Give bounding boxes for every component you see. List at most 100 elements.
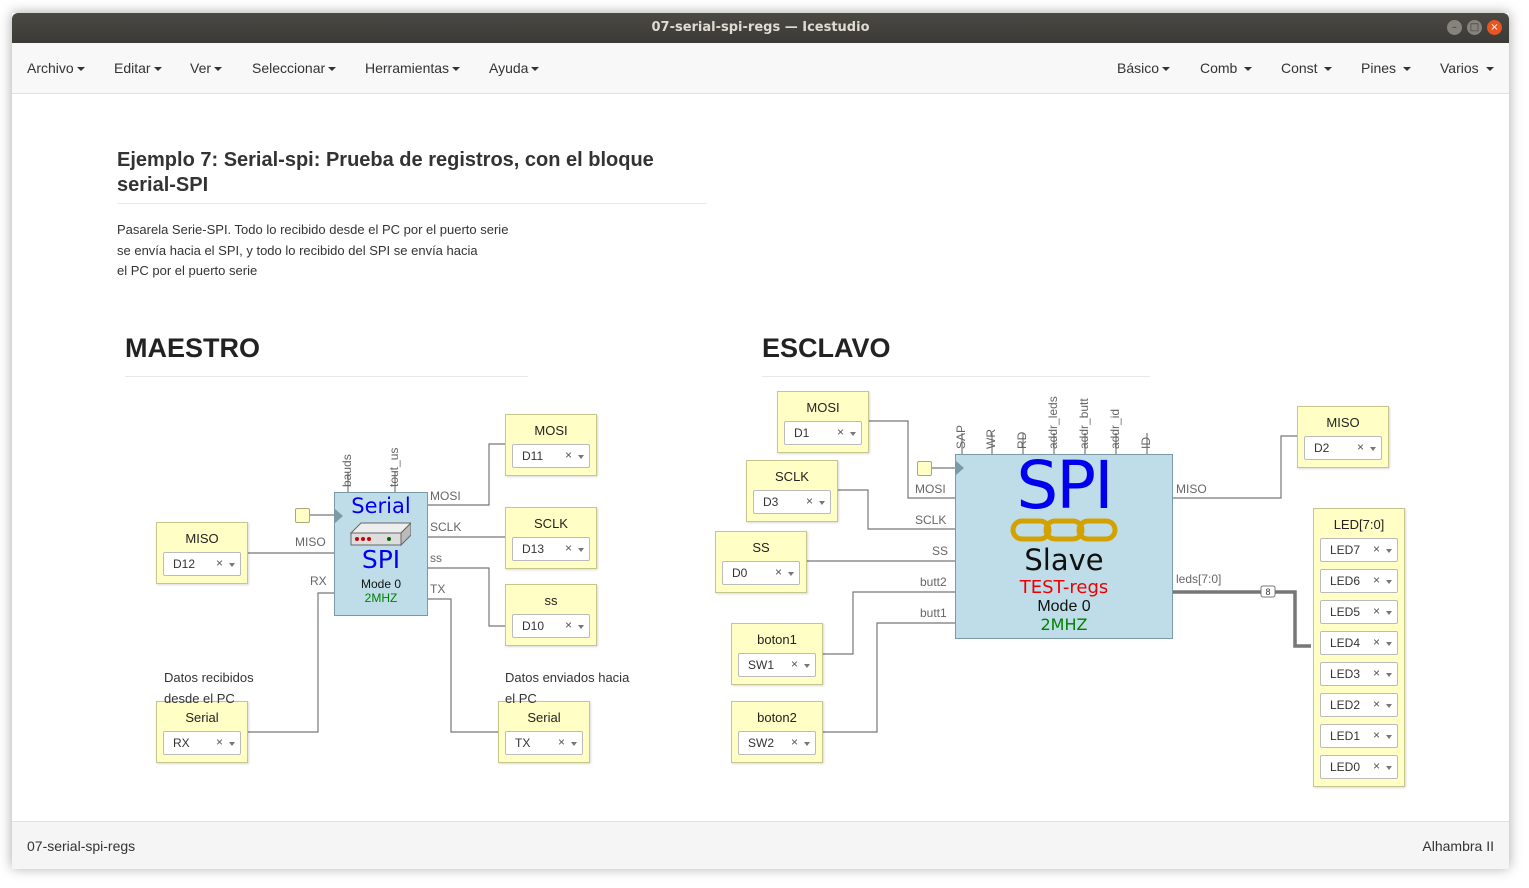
clear-icon[interactable]: × bbox=[1373, 728, 1380, 742]
caret-down-icon[interactable] bbox=[1370, 447, 1376, 451]
window-title: 07-serial-spi-regs — Icestudio bbox=[651, 20, 870, 35]
caret-down-icon[interactable] bbox=[229, 742, 235, 746]
clear-icon[interactable]: × bbox=[791, 735, 798, 749]
pin-select[interactable]: D0 × bbox=[722, 561, 800, 585]
led-select[interactable]: LED7 × bbox=[1320, 538, 1398, 562]
caret-down-icon[interactable] bbox=[578, 548, 584, 552]
clear-icon[interactable]: × bbox=[216, 735, 223, 749]
led-select[interactable]: LED3 × bbox=[1320, 662, 1398, 686]
port-rx: RX bbox=[310, 574, 327, 588]
pin-block-boton2[interactable]: boton2 SW2 × bbox=[731, 701, 823, 763]
menu-ver[interactable]: Ver bbox=[190, 60, 223, 76]
pin-block-boton1[interactable]: boton1 SW1 × bbox=[731, 623, 823, 685]
clear-icon[interactable]: × bbox=[565, 541, 572, 555]
pin-block-sclk-m[interactable]: SCLK D13 × bbox=[505, 507, 597, 569]
pin-block-ss-s[interactable]: SS D0 × bbox=[715, 531, 807, 593]
pin-block-serial-tx[interactable]: Serial TX × bbox=[498, 701, 590, 763]
clear-icon[interactable]: × bbox=[216, 556, 223, 570]
caret-down-icon[interactable] bbox=[1386, 611, 1392, 615]
pin-block-leds[interactable]: LED[7:0] LED7 × LED6 × LED5 × LED4 × LED3 × L… bbox=[1313, 508, 1405, 787]
caret-down-icon[interactable] bbox=[229, 563, 235, 567]
caret-down-icon[interactable] bbox=[578, 455, 584, 459]
pin-block-mosi-m[interactable]: MOSI D11 × bbox=[505, 414, 597, 476]
menu-archivo[interactable]: Archivo bbox=[27, 60, 85, 76]
clear-icon[interactable]: × bbox=[565, 618, 572, 632]
clear-icon[interactable]: × bbox=[565, 448, 572, 462]
led-select[interactable]: LED5 × bbox=[1320, 600, 1398, 624]
caret-down-icon[interactable] bbox=[1386, 766, 1392, 770]
pin-block-serial-rx[interactable]: Serial RX × bbox=[156, 701, 248, 763]
close-button[interactable]: × bbox=[1487, 20, 1502, 35]
pin-block-miso-m[interactable]: MISO D12 × bbox=[156, 522, 248, 584]
clock-constant[interactable] bbox=[917, 461, 932, 476]
maximize-button[interactable]: □ bbox=[1467, 20, 1482, 35]
clear-icon[interactable]: × bbox=[1373, 759, 1380, 773]
pin-block-mosi-s[interactable]: MOSI D1 × bbox=[777, 391, 869, 453]
led-select[interactable]: LED4 × bbox=[1320, 631, 1398, 655]
clear-icon[interactable]: × bbox=[1373, 604, 1380, 618]
wire-butt1[interactable] bbox=[822, 622, 955, 733]
pin-select[interactable]: D12 × bbox=[163, 552, 241, 576]
serial-spi-module[interactable]: Serial SPI Mode 0 2MHZ bbox=[334, 492, 428, 616]
caret-down-icon[interactable] bbox=[804, 742, 810, 746]
clear-icon[interactable]: × bbox=[1373, 573, 1380, 587]
clear-icon[interactable]: × bbox=[775, 565, 782, 579]
clear-icon[interactable]: × bbox=[1373, 697, 1380, 711]
pin-select[interactable]: SW2 × bbox=[738, 731, 816, 755]
menu-basico[interactable]: Básico bbox=[1117, 60, 1171, 76]
clear-icon[interactable]: × bbox=[837, 425, 844, 439]
menu-comb[interactable]: Comb bbox=[1200, 60, 1253, 76]
pin-block-sclk-s[interactable]: SCLK D3 × bbox=[746, 460, 838, 522]
pin-select[interactable]: SW1 × bbox=[738, 653, 816, 677]
menu-pines[interactable]: Pines bbox=[1361, 60, 1411, 76]
menu-herramientas[interactable]: Herramientas bbox=[365, 60, 461, 76]
caret-down-icon[interactable] bbox=[819, 501, 825, 505]
pin-block-miso-s[interactable]: MISO D2 × bbox=[1297, 406, 1389, 468]
wire-tx[interactable] bbox=[427, 598, 498, 733]
led-select[interactable]: LED2 × bbox=[1320, 693, 1398, 717]
pin-block-ss-m[interactable]: ss D10 × bbox=[505, 584, 597, 646]
clear-icon[interactable]: × bbox=[558, 735, 565, 749]
clear-icon[interactable]: × bbox=[1357, 440, 1364, 454]
caret-down-icon[interactable] bbox=[1386, 704, 1392, 708]
pin-select[interactable]: D1 × bbox=[784, 421, 862, 445]
pin-select[interactable]: D10 × bbox=[512, 614, 590, 638]
clear-icon[interactable]: × bbox=[806, 494, 813, 508]
design-canvas[interactable]: 8 Ejemplo 7: Serial-spi: Prueba de regis… bbox=[12, 94, 1509, 821]
caret-down-icon[interactable] bbox=[1386, 735, 1392, 739]
menu-seleccionar[interactable]: Seleccionar bbox=[252, 60, 337, 76]
pin-select[interactable]: D11 × bbox=[512, 444, 590, 468]
menu-const[interactable]: Const bbox=[1281, 60, 1333, 76]
caret-down-icon[interactable] bbox=[1386, 673, 1392, 677]
caret-down-icon[interactable] bbox=[850, 432, 856, 436]
caret-down-icon[interactable] bbox=[788, 572, 794, 576]
wire-rx[interactable] bbox=[248, 592, 334, 733]
led-select[interactable]: LED1 × bbox=[1320, 724, 1398, 748]
menu-varios[interactable]: Varios bbox=[1440, 60, 1494, 76]
pin-select[interactable]: TX × bbox=[505, 731, 583, 755]
pin-select[interactable]: RX × bbox=[163, 731, 241, 755]
spi-slave-module[interactable]: SPI Slave TEST-regs Mode 0 2MHZ bbox=[955, 447, 1173, 639]
caret-down-icon[interactable] bbox=[804, 664, 810, 668]
caret-down-icon[interactable] bbox=[1386, 549, 1392, 553]
clock-constant[interactable] bbox=[295, 508, 310, 523]
caret-down-icon[interactable] bbox=[571, 742, 577, 746]
clear-icon[interactable]: × bbox=[1373, 542, 1380, 556]
pin-select[interactable]: D2 × bbox=[1304, 436, 1382, 460]
clear-icon[interactable]: × bbox=[1373, 635, 1380, 649]
caret-down-icon[interactable] bbox=[578, 625, 584, 629]
clear-icon[interactable]: × bbox=[791, 657, 798, 671]
led-select[interactable]: LED6 × bbox=[1320, 569, 1398, 593]
bus-leds[interactable] bbox=[1172, 590, 1311, 648]
menu-ayuda[interactable]: Ayuda bbox=[489, 60, 540, 76]
caret-down-icon[interactable] bbox=[1386, 580, 1392, 584]
status-board[interactable]: Alhambra II bbox=[1422, 838, 1494, 854]
menu-editar[interactable]: Editar bbox=[114, 60, 162, 76]
clear-icon[interactable]: × bbox=[1373, 666, 1380, 680]
caret-down-icon[interactable] bbox=[1386, 642, 1392, 646]
pin-select[interactable]: D13 × bbox=[512, 537, 590, 561]
pin-select[interactable]: D3 × bbox=[753, 490, 831, 514]
led-select[interactable]: LED0 × bbox=[1320, 755, 1398, 779]
minimize-button[interactable]: – bbox=[1447, 20, 1462, 35]
wire-ss-m[interactable] bbox=[427, 567, 505, 627]
